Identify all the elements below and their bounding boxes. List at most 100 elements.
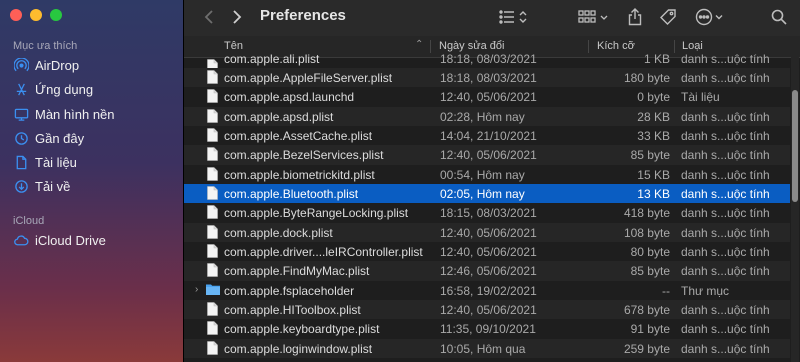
tag-icon	[660, 9, 676, 25]
list-view-button[interactable]	[498, 5, 530, 29]
table-row[interactable]: com.apple.apsd.plist 02:28, Hôm nay 28 KB d…	[184, 106, 790, 127]
vertical-scrollbar[interactable]	[791, 57, 799, 362]
file-kind: danh s...uộc tính	[681, 303, 770, 318]
file-kind: danh s...uộc tính	[681, 341, 770, 356]
column-kind-header[interactable]: Loại	[682, 40, 703, 52]
table-row[interactable]: com.apple.keyboardtype.plist 11:35, 09/10…	[184, 319, 790, 338]
sidebar: Mục ưa thích AirDrop Ứng dụng Màn hình n…	[0, 0, 184, 362]
file-size: 418 byte	[623, 206, 670, 221]
date-modified: 11:35, 09/10/2021	[440, 322, 536, 337]
file-size: 259 byte	[623, 341, 670, 356]
document-icon	[207, 89, 218, 104]
tags-button[interactable]	[657, 5, 679, 29]
table-row[interactable]: com.apple.BezelServices.plist 12:40, 05/0…	[184, 145, 790, 165]
column-name-header[interactable]: Tên	[224, 40, 243, 52]
table-row[interactable]: com.apple.FindMyMac.plist 12:46, 05/06/20…	[184, 261, 790, 281]
sidebar-item-icloud-drive[interactable]: iCloud Drive	[13, 230, 106, 250]
table-row[interactable]: › com.apple.fsplaceholder 16:58, 19/02/202…	[184, 281, 790, 300]
document-icon	[207, 186, 218, 200]
date-modified: 12:40, 05/06/2021	[440, 148, 537, 163]
document-icon	[207, 147, 218, 162]
table-row[interactable]: com.apple.ByteRangeLocking.plist 18:15, 0…	[184, 203, 790, 222]
table-row[interactable]: com.apple.Bluetooth.plist 02:05, Hôm nay 1…	[184, 184, 790, 204]
forward-button[interactable]	[226, 6, 248, 28]
date-modified: 16:58, 19/02/2021	[440, 283, 537, 298]
grid-view-icon	[578, 10, 608, 23]
file-size: 0 byte	[637, 90, 670, 105]
toolbar: Preferences	[184, 0, 800, 36]
recents-icon	[13, 130, 29, 146]
file-size: --	[662, 283, 670, 298]
sidebar-item-documents[interactable]: Tài liệu	[13, 152, 77, 172]
file-kind: danh s...uộc tính	[681, 206, 770, 221]
column-size-header[interactable]: Kích cỡ	[597, 40, 635, 52]
table-row[interactable]: com.apple.AssetCache.plist 14:04, 21/10/2…	[184, 126, 790, 145]
date-modified: 18:18, 08/03/2021	[440, 71, 537, 85]
document-icon	[207, 302, 218, 316]
more-options-icon	[695, 8, 723, 26]
column-divider[interactable]	[674, 40, 675, 53]
file-list: com.apple.ali.plist 18:18, 08/03/2021 1 KB…	[184, 52, 790, 359]
file-name: com.apple.ByteRangeLocking.plist	[224, 206, 409, 221]
file-name: com.apple.AssetCache.plist	[224, 129, 373, 144]
file-size: 85 byte	[630, 148, 670, 163]
file-kind: danh s...uộc tính	[681, 187, 770, 202]
sidebar-item-downloads[interactable]: Tải về	[13, 176, 70, 196]
date-modified: 12:46, 05/06/2021	[440, 264, 537, 279]
disclosure-triangle-icon[interactable]: ›	[195, 284, 198, 295]
sidebar-item-label: Tài liệu	[35, 154, 77, 170]
table-row[interactable]: com.apple.AppleFileServer.plist 18:18, 08…	[184, 68, 790, 88]
file-name: com.apple.apsd.plist	[224, 109, 334, 124]
table-row[interactable]: com.apple.loginwindow.plist 10:05, Hôm qu…	[184, 338, 790, 359]
file-kind: danh s...uộc tính	[681, 129, 770, 144]
column-divider[interactable]	[430, 40, 431, 53]
date-modified: 02:05, Hôm nay	[440, 187, 525, 202]
action-menu-button[interactable]	[694, 5, 728, 29]
zoom-window-button[interactable]	[50, 9, 62, 21]
table-row[interactable]: com.apple.biometrickitd.plist 00:54, Hôm …	[184, 165, 790, 184]
file-name: com.apple.BezelServices.plist	[224, 148, 384, 163]
file-size: 80 byte	[630, 245, 670, 260]
downloads-icon	[13, 178, 29, 194]
file-size: 13 KB	[637, 187, 670, 202]
file-name: com.apple.dock.plist	[224, 225, 333, 240]
minimize-window-button[interactable]	[30, 9, 42, 21]
file-kind: danh s...uộc tính	[681, 148, 770, 163]
scrollbar-thumb[interactable]	[792, 90, 798, 202]
file-size: 108 byte	[623, 225, 670, 240]
file-size: 15 KB	[637, 167, 670, 182]
file-name: com.apple.ali.plist	[224, 52, 320, 66]
airdrop-icon	[13, 57, 29, 73]
table-row[interactable]: com.apple.HIToolbox.plist 12:40, 05/06/20…	[184, 300, 790, 320]
date-modified: 18:18, 08/03/2021	[440, 52, 537, 66]
sidebar-item-label: iCloud Drive	[35, 232, 106, 248]
sidebar-item-airdrop[interactable]: AirDrop	[13, 55, 79, 75]
table-row[interactable]: com.apple.apsd.launchd 12:40, 05/06/2021 0…	[184, 87, 790, 106]
sidebar-item-recents[interactable]: Gần đây	[13, 128, 84, 148]
group-by-button[interactable]	[577, 5, 613, 29]
file-size: 1 KB	[643, 52, 670, 66]
share-icon	[628, 8, 642, 26]
table-row[interactable]: com.apple.dock.plist 12:40, 05/06/2021 108…	[184, 222, 790, 243]
document-icon	[207, 244, 218, 258]
table-row[interactable]: com.apple.driver....leIRController.plist…	[184, 242, 790, 261]
column-date-header[interactable]: Ngày sửa đổi	[439, 40, 504, 52]
share-button[interactable]	[625, 5, 645, 29]
file-kind: danh s...uộc tính	[681, 322, 770, 337]
file-size: 28 KB	[637, 109, 670, 124]
sidebar-item-applications[interactable]: Ứng dụng	[13, 79, 93, 99]
table-row[interactable]: com.apple.ali.plist 18:18, 08/03/2021 1 KB…	[184, 52, 790, 73]
cloud-icon	[13, 232, 29, 248]
search-icon	[771, 9, 787, 25]
back-button[interactable]	[198, 6, 220, 28]
date-modified: 12:40, 05/06/2021	[440, 303, 537, 318]
file-kind: danh s...uộc tính	[681, 71, 770, 85]
close-window-button[interactable]	[10, 9, 22, 21]
sidebar-item-desktop[interactable]: Màn hình nền	[13, 104, 115, 124]
file-name: com.apple.HIToolbox.plist	[224, 303, 361, 318]
search-button[interactable]	[768, 5, 790, 29]
document-icon	[207, 166, 218, 181]
document-icon	[207, 205, 218, 220]
file-name: com.apple.fsplaceholder	[224, 283, 355, 298]
sidebar-item-label: Gần đây	[35, 130, 85, 146]
